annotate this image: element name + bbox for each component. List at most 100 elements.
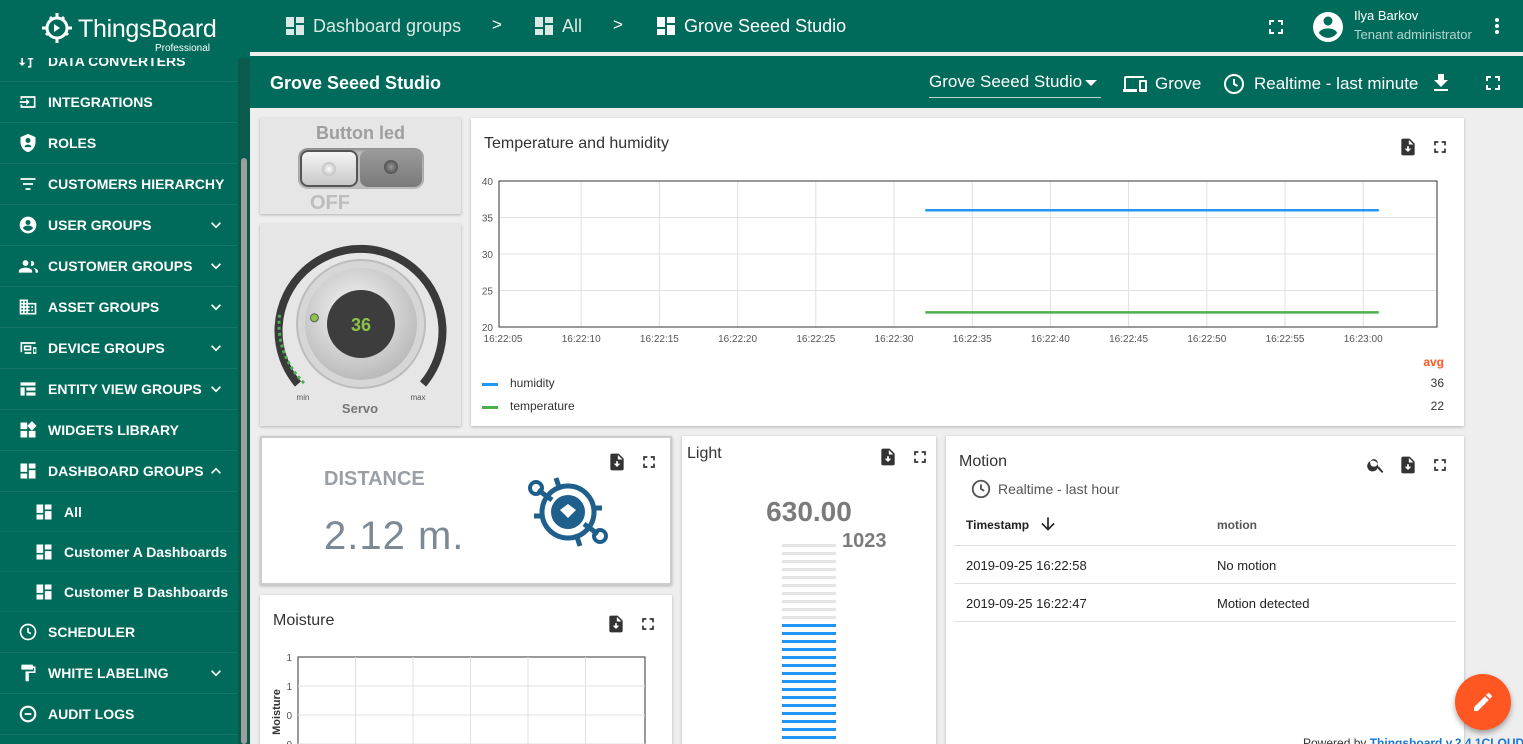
app-logo[interactable]: ThingsBoard Professional	[0, 0, 250, 58]
sidebar-item-audit-logs[interactable]: AUDIT LOGS	[0, 694, 238, 735]
chevron-down-icon[interactable]	[206, 663, 226, 683]
light-level-bar	[782, 648, 836, 651]
chevron-down-icon[interactable]	[206, 338, 226, 358]
arrow-down-sort-icon[interactable]	[1038, 514, 1058, 534]
dashboard-icon	[16, 459, 40, 483]
toggle-knob-on[interactable]	[360, 150, 422, 187]
export-file-icon[interactable]	[1398, 137, 1418, 157]
servo-knob-widget: 36 min max Servo	[260, 224, 461, 426]
sidebar-item-widgets-library[interactable]: WIDGETS LIBRARY	[0, 410, 238, 451]
light-level-bar	[782, 712, 836, 715]
light-level-bar	[782, 576, 836, 579]
integrations-icon	[16, 90, 40, 114]
table-row[interactable]: 2019-09-25 16:22:47 Motion detected	[954, 584, 1456, 622]
light-level-bar	[782, 736, 836, 739]
legend-item-humidity[interactable]: humidity 36	[482, 376, 1444, 396]
asset-icon	[16, 295, 40, 319]
dashboard-state-select[interactable]: Grove Seeed Studio	[929, 72, 1101, 98]
sidebar-subitem-customer-a-dashboards[interactable]: Customer A Dashboards	[0, 532, 238, 572]
chevron-down-icon[interactable]	[206, 215, 226, 235]
edit-dashboard-button[interactable]	[1455, 674, 1511, 730]
moisture-ytick-label: 0	[286, 740, 292, 744]
search-icon[interactable]	[1366, 455, 1386, 475]
light-level-bars	[782, 544, 836, 744]
light-level-bar	[782, 728, 836, 731]
sidebar-item-user-groups[interactable]: USER GROUPS	[0, 205, 238, 246]
chart-xtick-label: 16:23:00	[1344, 334, 1383, 345]
fullscreen-icon[interactable]	[1430, 137, 1450, 157]
column-header-timestamp[interactable]: Timestamp	[966, 518, 1029, 532]
clock-icon	[971, 479, 991, 499]
widget-title: Light	[687, 445, 722, 462]
sidebar-scroll-thumb[interactable]	[241, 158, 247, 744]
column-header-motion[interactable]: motion	[1217, 518, 1257, 532]
legend-swatch-humidity	[482, 383, 498, 386]
export-file-icon[interactable]	[1398, 455, 1418, 475]
temperature-humidity-widget: Temperature and humidity 40 35 30 25 20 16:22…	[471, 118, 1464, 426]
sidebar-item-customers-hierarchy[interactable]: CUSTOMERS HIERARCHY	[0, 164, 238, 205]
light-level-bar	[782, 656, 836, 659]
account-circle-icon[interactable]	[1310, 9, 1346, 45]
sidebar-item-asset-groups[interactable]: ASSET GROUPS	[0, 287, 238, 328]
fullscreen-icon[interactable]	[638, 614, 658, 634]
scheduler-clock-icon	[16, 620, 40, 644]
sidebar-item-device-groups[interactable]: DEVICE GROUPS	[0, 328, 238, 369]
chevron-up-icon[interactable]	[206, 461, 226, 481]
legend-item-temperature[interactable]: temperature 22	[482, 399, 1444, 419]
export-file-icon[interactable]	[607, 452, 627, 472]
toggle-knob-off[interactable]	[300, 150, 358, 187]
legend-avg-humidity: 36	[1430, 376, 1444, 390]
light-level-bar	[782, 640, 836, 643]
fullscreen-icon[interactable]	[639, 452, 659, 472]
widget-title: Motion	[959, 453, 1008, 470]
more-vert-icon[interactable]	[1485, 14, 1509, 38]
sidebar-item-entity-view-groups[interactable]: ENTITY VIEW GROUPS	[0, 369, 238, 410]
sidebar-subitem-all[interactable]: All	[0, 492, 238, 532]
powered-link[interactable]: Thingsboard v.2.4.1CLOUD	[1370, 736, 1523, 744]
chevron-down-icon[interactable]	[206, 256, 226, 276]
legend-label-humidity: humidity	[510, 376, 555, 390]
sidebar-item-scheduler[interactable]: SCHEDULER	[0, 612, 238, 653]
chart-xtick-label: 16:22:20	[718, 334, 757, 345]
light-level-bar	[782, 672, 836, 675]
entity-alias-select[interactable]: Grove	[1123, 72, 1201, 96]
chart-xtick-label: 16:22:25	[796, 334, 835, 345]
fullscreen-icon[interactable]	[1481, 71, 1505, 95]
export-file-icon[interactable]	[878, 447, 898, 467]
light-level-bar	[782, 608, 836, 611]
sidebar-item-roles[interactable]: ROLES	[0, 123, 238, 164]
light-max: 1023	[842, 530, 887, 552]
widget-title: Moisture	[273, 612, 335, 629]
chevron-down-icon[interactable]	[206, 379, 226, 399]
dashboard-icon	[32, 580, 56, 604]
breadcrumb-dashboard-groups[interactable]: Dashboard groups	[283, 14, 461, 38]
fullscreen-icon[interactable]	[1430, 455, 1450, 475]
select-caret-icon	[1085, 80, 1097, 86]
sidebar-scrollbar[interactable]	[238, 58, 250, 744]
sidebar-item-label: DASHBOARD GROUPS	[48, 463, 204, 479]
button-led-title: Button led	[316, 123, 405, 143]
timewindow-button[interactable]: Realtime - last minute	[1222, 72, 1418, 96]
export-file-icon[interactable]	[606, 614, 626, 634]
motion-timewindow[interactable]: Realtime - last hour	[970, 478, 1119, 500]
sidebar-item-label: ASSET GROUPS	[48, 299, 160, 315]
download-icon[interactable]	[1429, 71, 1453, 95]
sidebar-item-integrations[interactable]: INTEGRATIONS	[0, 82, 238, 123]
breadcrumb-all[interactable]: All	[532, 14, 582, 38]
sidebar-item-label: ENTITY VIEW GROUPS	[48, 381, 202, 397]
fullscreen-icon[interactable]	[1264, 15, 1288, 39]
sidebar-item-label: AUDIT LOGS	[48, 706, 135, 722]
sidebar-item-customer-groups[interactable]: CUSTOMER GROUPS	[0, 246, 238, 287]
light-level-bar	[782, 552, 836, 555]
dashboard-icon	[32, 500, 56, 524]
sidebar-subitem-customer-b-dashboards[interactable]: Customer B Dashboards	[0, 572, 238, 612]
sidebar-item-white-labeling[interactable]: WHITE LABELING	[0, 653, 238, 694]
hierarchy-icon	[16, 172, 40, 196]
light-level-bar	[782, 560, 836, 563]
chevron-down-icon[interactable]	[206, 297, 226, 317]
led-toggle-switch[interactable]	[298, 148, 424, 189]
legend-swatch-temperature	[482, 406, 498, 409]
fullscreen-icon[interactable]	[910, 447, 930, 467]
table-row[interactable]: 2019-09-25 16:22:58 No motion	[954, 546, 1456, 584]
sidebar-item-dashboard-groups[interactable]: DASHBOARD GROUPS	[0, 451, 238, 492]
